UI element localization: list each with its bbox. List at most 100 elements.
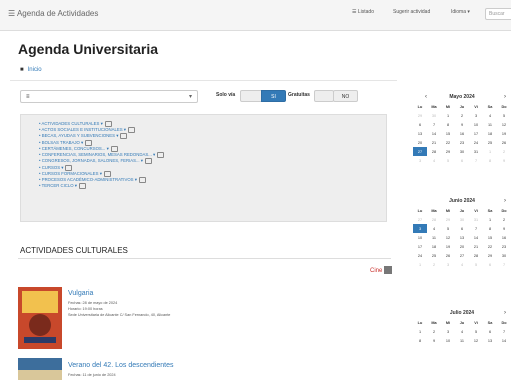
calendar-day[interactable]: 15 — [483, 233, 497, 242]
calendar-day[interactable]: 28 — [469, 251, 483, 260]
calendar-day[interactable]: 19 — [441, 242, 455, 251]
calendar-day[interactable]: 29 — [441, 147, 455, 156]
calendar-day[interactable]: 30 — [455, 215, 469, 224]
list-button[interactable]: ☰ Listado — [352, 9, 374, 15]
language-dropdown[interactable]: Idioma ▾ — [451, 9, 470, 15]
calendar-day[interactable]: 6 — [483, 260, 497, 269]
calendar-day[interactable]: 29 — [483, 251, 497, 260]
category-item[interactable]: • CONGRESOS, JORNADAS, SALONES, FERIAS..… — [39, 158, 164, 165]
cine-link[interactable]: Cine — [370, 268, 382, 274]
calendar-day[interactable]: 24 — [469, 138, 483, 147]
calendar-day[interactable]: 23 — [455, 138, 469, 147]
calendar-day[interactable]: 16 — [497, 233, 511, 242]
calendar-day[interactable]: 2 — [455, 111, 469, 120]
calendar-day[interactable]: 31 — [469, 147, 483, 156]
calendar-export-icon[interactable] — [384, 266, 392, 274]
calendar-day[interactable]: 25 — [483, 138, 497, 147]
calendar-day[interactable]: 13 — [455, 233, 469, 242]
event-title[interactable]: Verano del 42. Los descendientes — [68, 362, 173, 369]
calendar-day[interactable]: 4 — [483, 111, 497, 120]
event-poster-image[interactable] — [18, 358, 62, 380]
calendar-day[interactable]: 17 — [413, 242, 427, 251]
calendar-day[interactable]: 18 — [483, 129, 497, 138]
calendar-day[interactable]: 4 — [427, 156, 441, 165]
calendar-day[interactable]: 6 — [483, 327, 497, 336]
category-select[interactable]: ≡ ▾ — [20, 90, 198, 103]
calendar-day[interactable]: 2 — [497, 215, 511, 224]
calendar-day[interactable]: 13 — [483, 336, 497, 345]
calendar-day[interactable]: 20 — [455, 242, 469, 251]
chevron-right-icon[interactable]: › — [504, 196, 506, 206]
calendar-day[interactable]: 5 — [469, 327, 483, 336]
calendar-day[interactable]: 7 — [469, 224, 483, 233]
calendar-day[interactable]: 18 — [427, 242, 441, 251]
calendar-day[interactable]: 12 — [441, 233, 455, 242]
calendar-day[interactable]: 4 — [427, 224, 441, 233]
calendar-day[interactable]: 27 — [413, 147, 427, 156]
calendar-day[interactable]: 4 — [455, 327, 469, 336]
suggest-activity-button[interactable]: Sugerir actividad — [393, 9, 430, 15]
calendar-day[interactable]: 1 — [483, 215, 497, 224]
calendar-day[interactable]: 5 — [469, 260, 483, 269]
event-title[interactable]: Vulgaria — [68, 290, 93, 297]
calendar-day[interactable]: 1 — [413, 327, 427, 336]
calendar-day[interactable]: 9 — [427, 336, 441, 345]
calendar-day[interactable]: 1 — [483, 147, 497, 156]
calendar-day[interactable]: 11 — [455, 336, 469, 345]
calendar-day[interactable]: 2 — [497, 147, 511, 156]
calendar-day[interactable]: 3 — [441, 327, 455, 336]
chevron-right-icon[interactable]: › — [504, 92, 506, 102]
calendar-day[interactable]: 14 — [469, 233, 483, 242]
calendar-day[interactable]: 12 — [469, 336, 483, 345]
calendar-day[interactable]: 6 — [413, 120, 427, 129]
calendar-day[interactable]: 1 — [413, 260, 427, 269]
calendar-day[interactable]: 9 — [497, 224, 511, 233]
calendar-day[interactable]: 9 — [455, 120, 469, 129]
calendar-day[interactable]: 5 — [497, 111, 511, 120]
calendar-day[interactable]: 10 — [441, 336, 455, 345]
calendar-day[interactable]: 10 — [413, 233, 427, 242]
event-poster-image[interactable] — [18, 287, 62, 349]
toggle-gratis-no[interactable]: NO — [333, 90, 358, 102]
calendar-day[interactable]: 15 — [441, 129, 455, 138]
calendar-day[interactable]: 7 — [497, 260, 511, 269]
calendar-day[interactable]: 31 — [469, 215, 483, 224]
calendar-day[interactable]: 8 — [441, 120, 455, 129]
toggle-via-si[interactable]: SI — [261, 90, 286, 102]
calendar-day[interactable]: 8 — [413, 336, 427, 345]
chevron-right-icon[interactable]: › — [504, 308, 506, 318]
calendar-day[interactable]: 14 — [497, 336, 511, 345]
app-brand[interactable]: ☰ Agenda de Actividades — [8, 9, 98, 18]
calendar-day[interactable]: 24 — [413, 251, 427, 260]
calendar-day[interactable]: 22 — [441, 138, 455, 147]
calendar-day[interactable]: 20 — [413, 138, 427, 147]
calendar-day[interactable]: 7 — [497, 327, 511, 336]
toggle-via-off[interactable] — [240, 90, 262, 102]
search-input[interactable]: Buscar — [485, 8, 511, 20]
calendar-day[interactable]: 30 — [427, 111, 441, 120]
calendar-day[interactable]: 3 — [469, 111, 483, 120]
calendar-day[interactable]: 5 — [441, 156, 455, 165]
calendar-day[interactable]: 6 — [455, 224, 469, 233]
calendar-day[interactable]: 8 — [483, 156, 497, 165]
calendar-day[interactable]: 21 — [469, 242, 483, 251]
calendar-day[interactable]: 17 — [469, 129, 483, 138]
toggle-gratis-off[interactable] — [314, 90, 334, 102]
calendar-day[interactable]: 26 — [497, 138, 511, 147]
calendar-day[interactable]: 16 — [455, 129, 469, 138]
category-item[interactable]: • TERCER CICLO ▾ — [39, 183, 164, 190]
calendar-day[interactable]: 9 — [497, 156, 511, 165]
calendar-day[interactable]: 3 — [413, 224, 427, 233]
calendar-day[interactable]: 30 — [455, 147, 469, 156]
calendar-day[interactable]: 8 — [483, 224, 497, 233]
calendar-day[interactable]: 11 — [483, 120, 497, 129]
calendar-day[interactable]: 3 — [441, 260, 455, 269]
calendar-day[interactable]: 2 — [427, 260, 441, 269]
calendar-day[interactable]: 14 — [427, 129, 441, 138]
calendar-day[interactable]: 23 — [497, 242, 511, 251]
calendar-day[interactable]: 28 — [427, 147, 441, 156]
home-icon[interactable]: ■ — [20, 67, 24, 73]
calendar-day[interactable]: 22 — [483, 242, 497, 251]
calendar-day[interactable]: 1 — [441, 111, 455, 120]
calendar-day[interactable]: 13 — [413, 129, 427, 138]
